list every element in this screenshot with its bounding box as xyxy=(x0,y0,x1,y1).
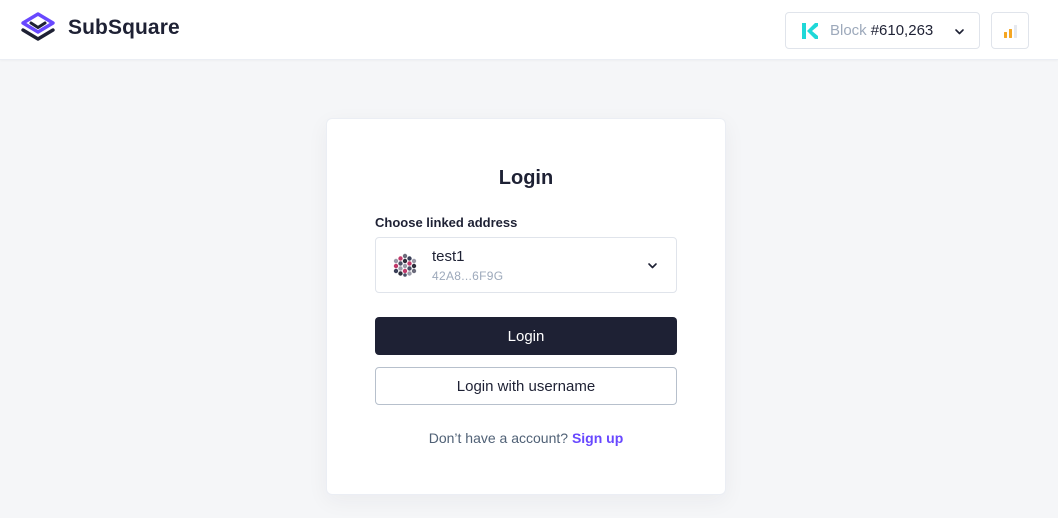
account-address: 42A8...6F9G xyxy=(432,269,504,283)
app-logo[interactable]: SubSquare xyxy=(20,11,180,45)
node-signal-button[interactable] xyxy=(991,12,1029,49)
login-title: Login xyxy=(498,167,554,189)
account-name: test1 xyxy=(432,248,465,265)
signup-prompt: Don’t have a account? Sign up xyxy=(327,430,725,446)
chevron-down-icon xyxy=(955,29,964,35)
block-label: Block xyxy=(830,22,867,39)
app-name: SubSquare xyxy=(68,16,180,39)
linked-address-select[interactable]: test1 42A8...6F9G xyxy=(375,237,677,293)
address-field-label: Choose linked address xyxy=(375,215,518,230)
kintsugi-k-icon xyxy=(802,22,818,39)
login-card: Login Choose linked address test1 42A8..… xyxy=(326,118,726,495)
subsquare-logo-icon xyxy=(21,12,55,41)
network-block-select[interactable]: Block #610,263 xyxy=(785,12,980,49)
top-header: SubSquare Block #610,263 xyxy=(0,0,1058,60)
login-with-username-button[interactable]: Login with username xyxy=(375,367,677,405)
signal-bars-icon xyxy=(1004,25,1017,38)
no-account-text: Don’t have a account? xyxy=(428,430,569,446)
polkadot-identicon xyxy=(393,253,417,277)
block-number: #610,263 xyxy=(870,22,934,39)
signup-link[interactable]: Sign up xyxy=(572,430,623,446)
chevron-down-icon xyxy=(648,263,657,269)
login-button[interactable]: Login xyxy=(375,317,677,355)
